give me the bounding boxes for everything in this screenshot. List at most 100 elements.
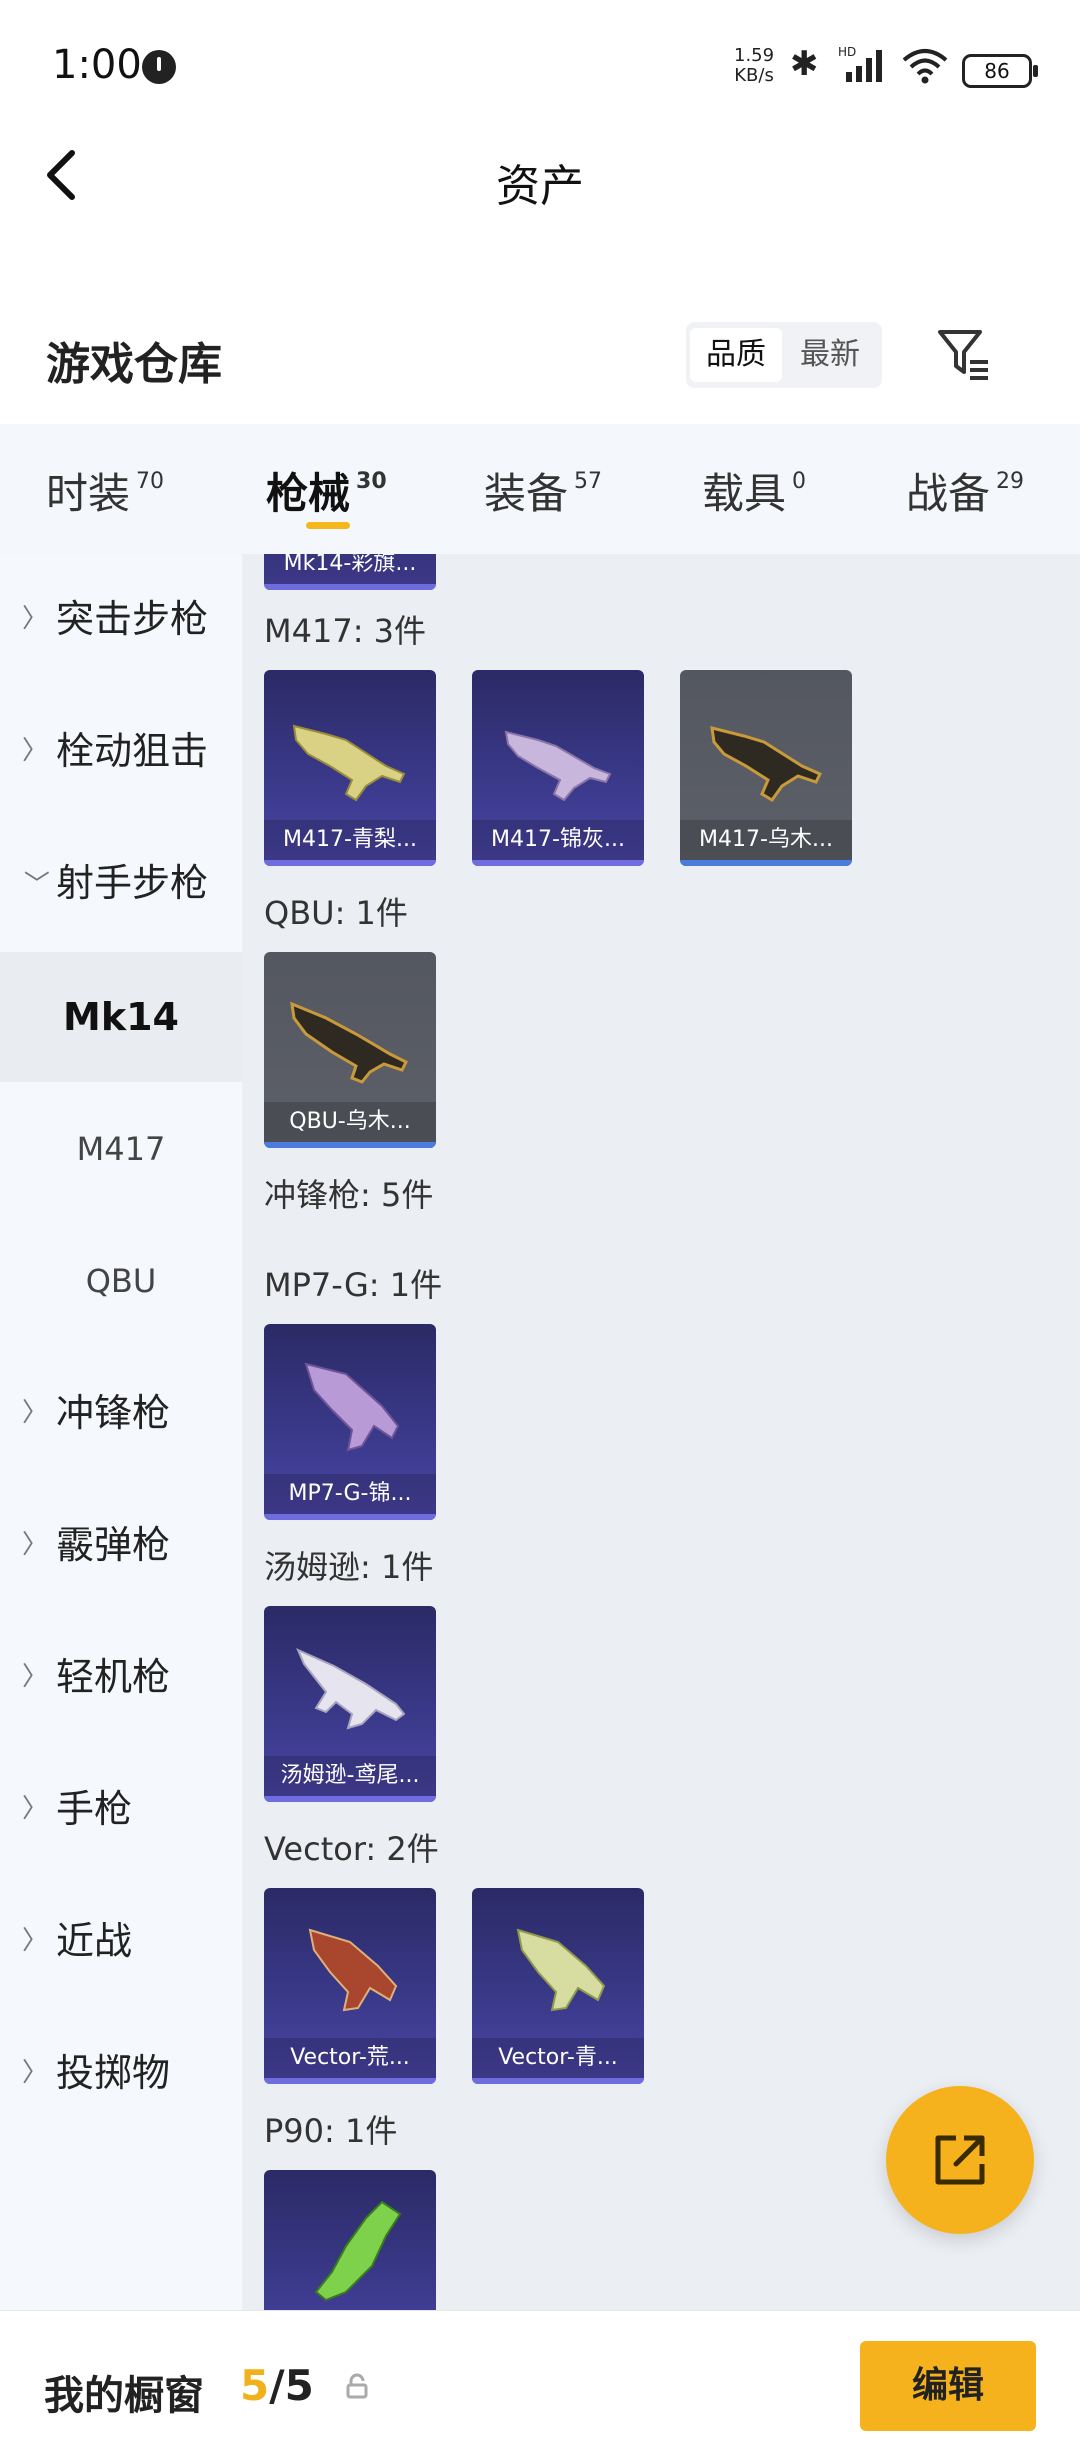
sidebar-item-melee[interactable]: 〉近战 [0,1876,242,2006]
smg-icon [304,1362,400,1452]
sidebar-item-marksman-rifle[interactable]: 〉射手步枪 [0,818,242,948]
svg-text:HD: HD [838,45,856,59]
weapon-card[interactable]: Vector-青... [472,1888,644,2084]
tab-label: 载具 [702,469,787,518]
tab-count: 0 [792,469,807,494]
sidebar-item-pistol[interactable]: 〉手枪 [0,1744,242,1874]
rifle-icon [292,724,406,802]
sidebar-item-shotgun[interactable]: 〉霰弹枪 [0,1480,242,1610]
external-link-icon [935,2135,985,2185]
rarity-bar [264,1142,436,1148]
edit-button[interactable]: 编辑 [860,2341,1036,2431]
rarity-bar [264,2078,436,2084]
sidebar-subitem-qbu[interactable]: QBU [0,1216,242,1346]
lock-icon [346,2373,368,2399]
sidebar-item-lmg[interactable]: 〉轻机枪 [0,1612,242,1742]
tab-label: 装备 [484,469,569,518]
status-time: 1:00 [52,42,142,88]
chevron-right-icon: 〉 [22,1662,49,1692]
category-tabs: 时装 70 枪械 30 装备 57 载具 0 战备 29 [0,424,1080,554]
network-speed-unit: KB/s [734,65,774,86]
chevron-right-icon: 〉 [22,604,49,634]
weapon-card-caption: M417-锦灰... [472,820,644,860]
weapon-card[interactable]: M417-青梨... [264,670,436,866]
rarity-bar [472,860,644,866]
bluetooth-icon: ✱ [790,44,819,84]
weapon-card[interactable]: M417-锦灰... [472,670,644,866]
sidebar-item-label: 手枪 [56,1787,133,1831]
smg-icon [314,2200,402,2302]
group-label-m417: M417: 3件 [264,612,427,650]
tab-weapons[interactable]: 枪械 30 [266,460,387,521]
tab-count: 30 [356,469,387,494]
chevron-right-icon: 〉 [22,2058,49,2088]
tab-fashion[interactable]: 时装 70 [46,460,164,521]
group-label-vector: Vector: 2件 [264,1830,439,1868]
rarity-bar [680,860,852,866]
chevron-right-icon: 〉 [22,1398,49,1428]
tab-equipment[interactable]: 装备 57 [484,460,602,521]
weapon-card[interactable]: Vector-荒... [264,1888,436,2084]
tab-count: 57 [574,469,603,494]
tab-count: 70 [136,469,165,494]
sidebar-item-label: 轻机枪 [56,1655,171,1699]
weapon-card[interactable]: M417-乌木... [680,670,852,866]
chevron-right-icon: 〉 [22,1530,49,1560]
showcase-count-total: /5 [269,2361,314,2410]
sort-latest-button[interactable]: 最新 [784,328,876,382]
sidebar-item-bolt-sniper[interactable]: 〉栓动狙击 [0,686,242,816]
active-tab-indicator [306,522,350,529]
rarity-bar [264,1514,436,1520]
weapon-card-caption: 汤姆逊-鸢尾... [264,1756,436,1796]
rarity-bar [472,2078,644,2084]
tab-supplies[interactable]: 战备 29 [906,460,1024,521]
section-title: 游戏仓库 [46,339,222,390]
weapon-card-caption: Vector-荒... [264,2038,436,2078]
sort-quality-button[interactable]: 品质 [690,328,782,382]
sidebar-item-label: 霰弹枪 [56,1523,171,1567]
tab-count: 29 [996,469,1025,494]
rifle-icon [504,730,612,802]
sidebar-item-throwable[interactable]: 〉投掷物 [0,2008,242,2138]
weapon-card-caption: Vector-青... [472,2038,644,2078]
status-bar: 1:00 1.59 KB/s ✱ HD 86 [0,0,1080,130]
tab-label: 战备 [906,469,991,518]
rifle-icon [710,726,823,802]
sidebar-item-label: 投掷物 [56,2051,171,2095]
weapon-card[interactable]: QBU-乌木... [264,952,436,1148]
rarity-bar [264,860,436,866]
sidebar-item-smg[interactable]: 〉冲锋枪 [0,1348,242,1478]
sidebar-subitem-mk14[interactable]: Mk14 [0,952,242,1082]
network-speed-value: 1.59 [734,45,775,66]
smg-icon [516,1928,606,2012]
group-label-qbu: QBU: 1件 [264,894,408,932]
weapon-card-caption: MP7-G-锦... [264,1474,436,1514]
sidebar-item-label: 近战 [56,1919,133,1963]
weapon-card-caption: QBU-乌木... [264,1102,436,1142]
showcase-bar: 我的橱窗 5/5 编辑 [0,2310,1080,2461]
battery-icon: 86 [962,54,1038,88]
tab-label: 枪械 [266,469,351,518]
smg-icon [296,1648,406,1730]
share-button[interactable] [886,2086,1034,2234]
sidebar-item-assault-rifle[interactable]: 〉突击步枪 [0,554,242,684]
weapon-grid: Mk14-彩旗... M417: 3件 M417-青梨... M417-锦灰..… [242,554,1080,2310]
filter-icon[interactable] [936,326,992,382]
group-label-smg: 冲锋枪: 5件 [264,1176,434,1214]
weapon-card-caption: M417-乌木... [680,820,852,860]
sidebar-item-label: 冲锋枪 [56,1391,171,1435]
rifle-icon [290,1001,409,1084]
network-speed: 1.59 KB/s [734,46,774,86]
tab-label: 时装 [46,469,131,518]
showcase-count: 5/5 [240,2361,314,2410]
sidebar-subitem-m417[interactable]: M417 [0,1084,242,1214]
weapon-card[interactable]: 汤姆逊-鸢尾... [264,1606,436,1802]
group-label-mp7: MP7-G: 1件 [264,1266,443,1304]
clock-app-icon [142,50,176,84]
weapon-card[interactable]: MP7-G-锦... [264,1324,436,1520]
weapon-card-mk14[interactable]: Mk14-彩旗... [264,554,436,590]
rarity-bar [264,584,436,590]
chevron-right-icon: 〉 [22,1926,49,1956]
tab-vehicles[interactable]: 载具 0 [702,460,806,521]
weapon-card-p90[interactable] [264,2170,436,2310]
